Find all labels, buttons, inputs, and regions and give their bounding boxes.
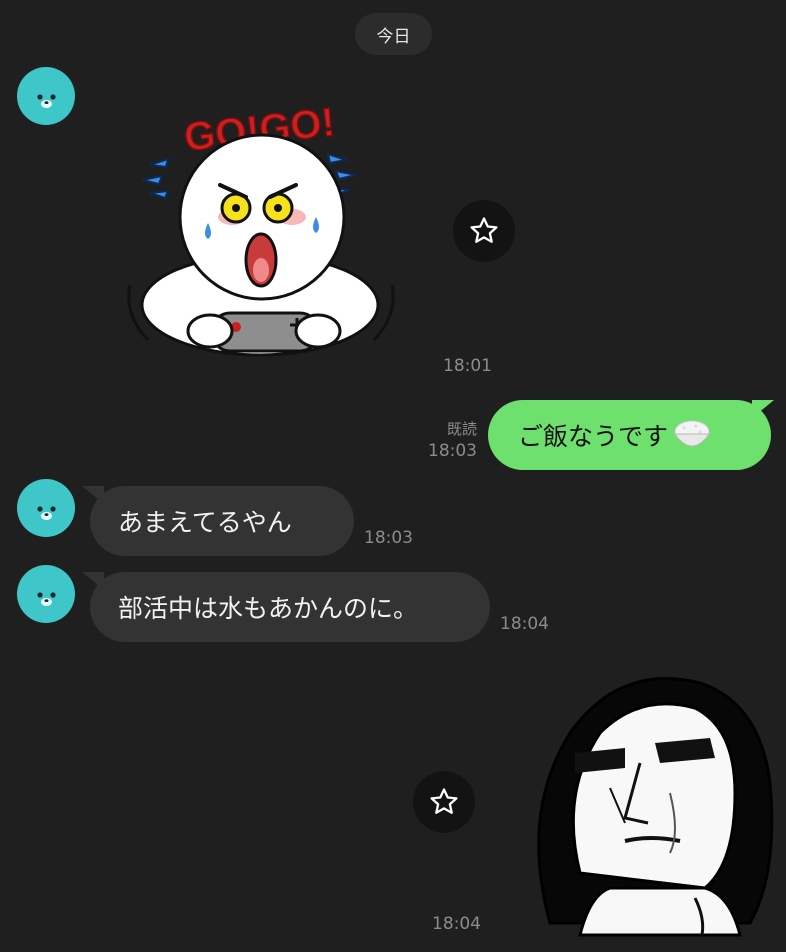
message-text: 部活中は水もあかんのに。 xyxy=(118,594,419,623)
seal-avatar-icon xyxy=(37,592,56,606)
date-separator: 今日 xyxy=(355,13,432,55)
contact-avatar[interactable] xyxy=(17,565,75,623)
star-icon xyxy=(470,217,498,243)
read-status: 既読 18:03 xyxy=(420,419,477,461)
message-text: ご飯なうです xyxy=(518,422,669,451)
message-time: 18:04 xyxy=(432,914,481,934)
rice-bowl-icon xyxy=(672,418,712,452)
message-text: あまえてるやん xyxy=(118,508,292,537)
incoming-message-bubble[interactable]: あまえてるやん xyxy=(90,486,354,556)
contact-avatar[interactable] xyxy=(17,479,75,537)
seal-avatar-icon xyxy=(37,94,56,108)
seal-avatar-icon xyxy=(37,506,56,520)
bubble-tail xyxy=(752,400,774,418)
message-time: 18:03 xyxy=(428,441,477,461)
favorite-sticker-button[interactable] xyxy=(413,771,475,833)
contact-avatar[interactable] xyxy=(17,67,75,125)
sticker-gogo-game[interactable]: GO!GO! xyxy=(120,100,400,360)
star-icon xyxy=(430,788,458,814)
favorite-sticker-button[interactable] xyxy=(453,200,515,262)
outgoing-message-bubble[interactable]: ご飯なうです xyxy=(488,400,771,470)
message-time: 18:03 xyxy=(364,528,413,548)
sticker-stone-face[interactable] xyxy=(530,673,780,937)
read-label: 既読 xyxy=(446,420,477,438)
incoming-message-bubble[interactable]: 部活中は水もあかんのに。 xyxy=(90,572,490,642)
message-time: 18:04 xyxy=(500,614,549,634)
message-time: 18:01 xyxy=(443,356,492,376)
